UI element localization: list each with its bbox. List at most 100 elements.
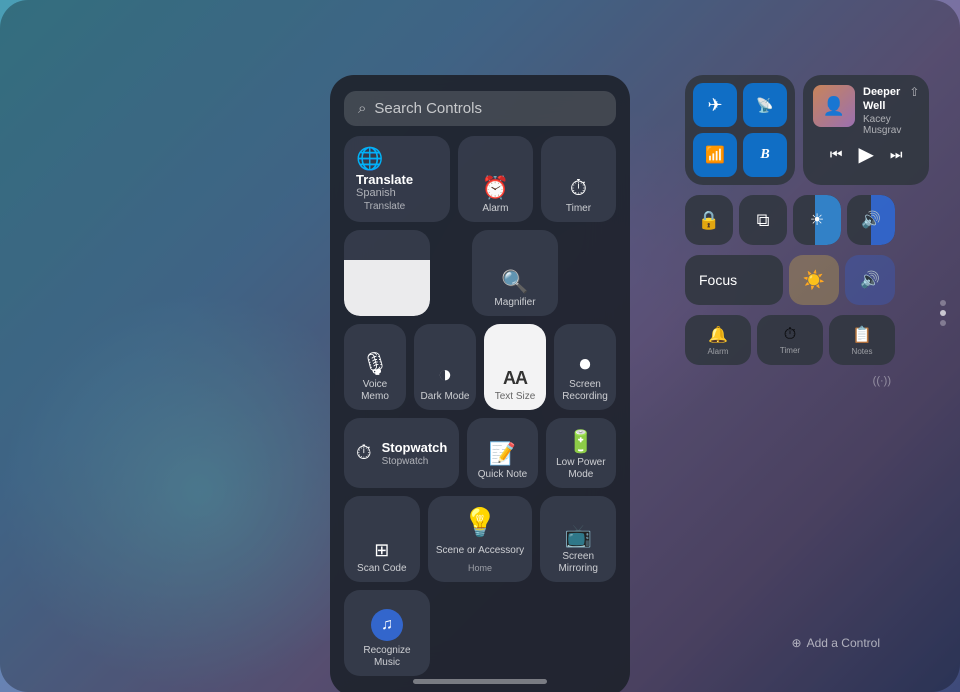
controls-row-3: 🎙 Voice Memo ◑ Dark Mode AA Text Size ⏺ … bbox=[344, 324, 616, 410]
signal-icon: ((·)) bbox=[873, 375, 891, 387]
search-bar[interactable]: ⌕ Search Controls bbox=[344, 91, 616, 126]
timer-btn-r[interactable]: ⏱ Timer bbox=[757, 315, 823, 365]
volume-slider[interactable]: 🔊 bbox=[847, 195, 895, 245]
text-size-icon: AA bbox=[503, 369, 527, 387]
alarm-btn[interactable]: 🔔 Alarm bbox=[685, 315, 751, 365]
quick-note-label: Quick Note bbox=[478, 469, 527, 481]
lock-rotation-button[interactable]: 🔒 bbox=[685, 195, 733, 245]
translate-lang: Spanish bbox=[356, 187, 413, 199]
media-info: Deeper Well Kacey Musgrav bbox=[863, 85, 901, 136]
bluetooth-button[interactable]: B bbox=[743, 133, 787, 177]
sun-icon: ☀️ bbox=[803, 270, 825, 291]
focus-button[interactable]: Focus bbox=[685, 255, 783, 305]
dark-mode-label: Dark Mode bbox=[421, 391, 470, 403]
low-power-label: Low Power Mode bbox=[552, 457, 610, 481]
home-bar bbox=[413, 679, 547, 684]
voice-memo-tile[interactable]: 🎙 Voice Memo bbox=[344, 324, 406, 410]
alarm-icon-r: 🔔 bbox=[708, 325, 728, 345]
dark-mode-tile[interactable]: ◑ Dark Mode bbox=[414, 324, 476, 410]
brightness-tile[interactable] bbox=[344, 230, 430, 316]
magnifier-icon: 🔍 bbox=[501, 271, 528, 293]
screen-recording-icon: ⏺ bbox=[579, 353, 590, 375]
search-icon: ⌕ bbox=[358, 100, 366, 117]
magnifier-label: Magnifier bbox=[494, 297, 535, 309]
recognize-music-label: Recognize Music bbox=[350, 645, 424, 669]
screen-mirroring-label: Screen Mirroring bbox=[546, 551, 610, 575]
timer-icon: ⏱ bbox=[570, 177, 587, 199]
scene-accessory-tile[interactable]: 💡 Scene or Accessory Home bbox=[428, 496, 533, 582]
signal-dot-2 bbox=[940, 310, 946, 316]
alarm-icon: ⏰ bbox=[482, 177, 509, 199]
wifi-button[interactable]: 📶 bbox=[693, 133, 737, 177]
recognize-music-icon: ♫ bbox=[371, 609, 403, 641]
brightness-btn[interactable]: ☀️ bbox=[789, 255, 839, 305]
screen-recording-label: Screen Recording bbox=[560, 379, 610, 403]
media-controls: ⏮ ▶ ⏭ bbox=[813, 142, 919, 167]
stopwatch-title: Stopwatch bbox=[382, 440, 448, 455]
timer-label-r: Timer bbox=[780, 346, 800, 355]
dark-mode-icon: ◑ bbox=[438, 363, 453, 387]
stopwatch-icon: ⏱ bbox=[356, 442, 372, 465]
voice-memo-icon: 🎙 bbox=[361, 353, 389, 375]
timer-tile[interactable]: ⏱ Timer bbox=[541, 136, 616, 222]
scan-code-icon: ⊞ bbox=[374, 541, 389, 559]
connectivity-widget: ✈ 📡 📶 B bbox=[685, 75, 795, 185]
add-icon: ⊕ bbox=[792, 636, 802, 650]
add-control-area[interactable]: ⊕ Add a Control bbox=[792, 636, 880, 650]
timer-label: Timer bbox=[566, 203, 591, 215]
alarm-label: Alarm bbox=[482, 203, 508, 215]
scan-code-tile[interactable]: ⊞ Scan Code bbox=[344, 496, 420, 582]
quick-note-icon: 📝 bbox=[489, 443, 516, 465]
timer-icon-r: ⏱ bbox=[784, 326, 796, 344]
speaker-icon: 🔊 bbox=[860, 270, 880, 290]
next-button[interactable]: ⏭ bbox=[890, 146, 903, 163]
scene-sublabel: Home bbox=[468, 563, 492, 573]
translate-tile[interactable]: 🌐 Translate Spanish Translate bbox=[344, 136, 450, 222]
controls-row-5: ⊞ Scan Code 💡 Scene or Accessory Home 📺 … bbox=[344, 496, 616, 582]
media-top-row: 👤 Deeper Well Kacey Musgrav ⇧ bbox=[813, 85, 919, 136]
play-pause-button[interactable]: ▶ bbox=[859, 142, 874, 167]
low-power-tile[interactable]: 🔋 Low Power Mode bbox=[546, 418, 616, 488]
screen-mirroring-tile[interactable]: 📺 Screen Mirroring bbox=[540, 496, 616, 582]
notes-label: Notes bbox=[852, 347, 873, 356]
notes-icon: 📋 bbox=[852, 325, 872, 345]
scan-code-label: Scan Code bbox=[357, 563, 406, 575]
scene-label: Scene or Accessory bbox=[436, 545, 524, 557]
brightness-slider[interactable]: ☀ bbox=[793, 195, 841, 245]
controls-row-6: ♫ Recognize Music bbox=[344, 590, 616, 676]
controls-grid: 🌐 Translate Spanish Translate ⏰ Alarm bbox=[344, 136, 616, 676]
notes-btn[interactable]: 📋 Notes bbox=[829, 315, 895, 365]
volume-icon: 🔊 bbox=[847, 195, 895, 245]
magnifier-tile[interactable]: 🔍 Magnifier bbox=[472, 230, 558, 316]
airplay-icon[interactable]: ⇧ bbox=[909, 85, 919, 99]
text-size-tile[interactable]: AA Text Size bbox=[484, 324, 546, 410]
alarm-tile[interactable]: ⏰ Alarm bbox=[458, 136, 533, 222]
signal-dot-1 bbox=[940, 300, 946, 306]
media-title: Deeper Well bbox=[863, 85, 901, 114]
airplane-mode-button[interactable]: ✈ bbox=[693, 83, 737, 127]
wifi-calling-button[interactable]: 📡 bbox=[743, 83, 787, 127]
previous-button[interactable]: ⏮ bbox=[830, 146, 843, 163]
top-widgets-row: ✈ 📡 📶 B 👤 Deeper Well Kacey Musgrav ⇧ bbox=[685, 75, 895, 185]
text-size-label: Text Size bbox=[495, 391, 536, 403]
screen-recording-tile[interactable]: ⏺ Screen Recording bbox=[554, 324, 616, 410]
translate-name: Translate bbox=[356, 172, 413, 187]
volume-btn[interactable]: 🔊 bbox=[845, 255, 895, 305]
search-placeholder: Search Controls bbox=[374, 100, 482, 117]
scene-icon: 💡 bbox=[463, 506, 498, 539]
right-control-panel: ✈ 📡 📶 B 👤 Deeper Well Kacey Musgrav ⇧ bbox=[685, 75, 895, 387]
recognize-music-tile[interactable]: ♫ Recognize Music bbox=[344, 590, 430, 676]
ipad-frame: ⌕ Search Controls 🌐 Translate Spanish bbox=[0, 0, 960, 692]
controls-row-2: 🔍 Magnifier bbox=[344, 230, 616, 316]
spacer bbox=[438, 230, 464, 316]
signal-dot-3 bbox=[940, 320, 946, 326]
stopwatch-tile[interactable]: ⏱ Stopwatch Stopwatch bbox=[344, 418, 459, 488]
media-widget: 👤 Deeper Well Kacey Musgrav ⇧ ⏮ ▶ ⏭ bbox=[803, 75, 929, 185]
screen-mirroring-icon: 📺 bbox=[565, 525, 592, 547]
voice-memo-label: Voice Memo bbox=[350, 379, 400, 403]
quick-note-tile[interactable]: 📝 Quick Note bbox=[467, 418, 537, 488]
alarm-label-r: Alarm bbox=[708, 347, 729, 356]
controls-row-4: ⏱ Stopwatch Stopwatch 📝 Quick Note 🔋 Low… bbox=[344, 418, 616, 488]
screen-mirror-button[interactable]: ⧉ bbox=[739, 195, 787, 245]
stopwatch-sublabel: Stopwatch bbox=[382, 456, 448, 467]
